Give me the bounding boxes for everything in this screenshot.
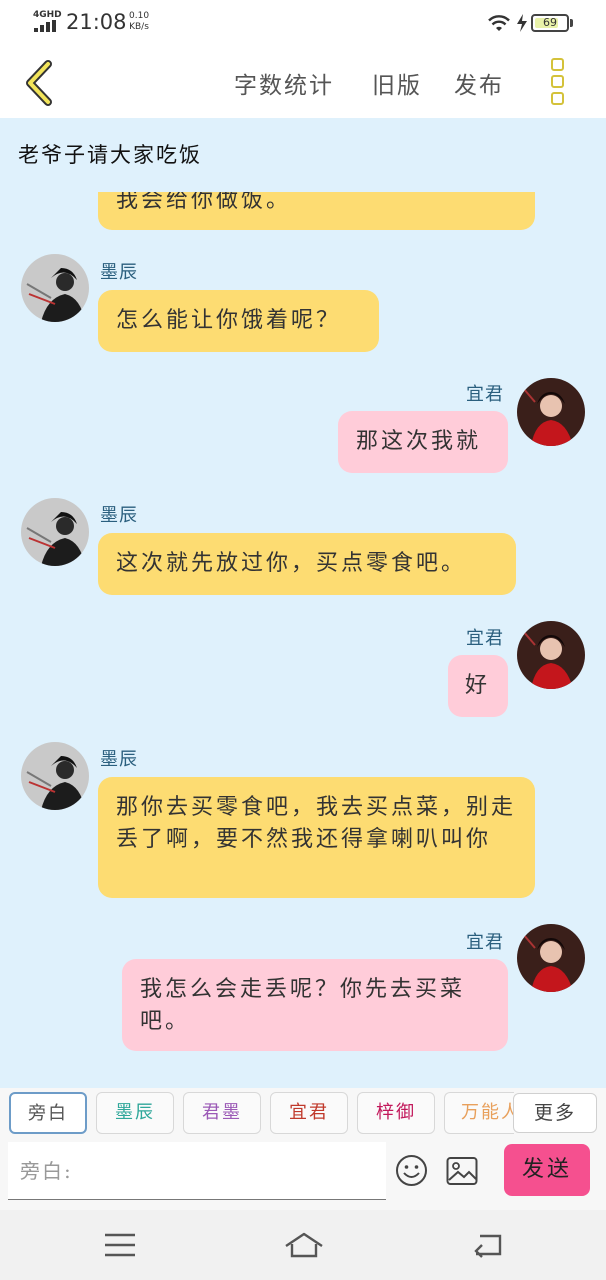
role-chip-ziyu[interactable]: 梓御 [357, 1092, 435, 1134]
publish-button[interactable]: 发布 [454, 66, 504, 100]
battery-tip [570, 19, 573, 27]
chevron-left-icon[interactable] [18, 58, 62, 108]
speaker-name: 墨辰 [100, 749, 138, 770]
more-vertical-icon[interactable] [546, 58, 568, 108]
avatar-mochen[interactable] [21, 742, 89, 810]
send-button[interactable]: 发送 [504, 1144, 590, 1196]
speaker-name: 墨辰 [100, 505, 138, 526]
role-chip-narrator[interactable]: 旁白 [9, 1092, 87, 1134]
role-chip-mochen[interactable]: 墨辰 [96, 1092, 174, 1134]
avatar-yijun[interactable] [517, 378, 585, 446]
speaker-name: 宜君 [466, 384, 504, 405]
role-chip-yijun[interactable]: 宜君 [270, 1092, 348, 1134]
old-version-button[interactable]: 旧版 [372, 66, 422, 100]
role-chip-junmo[interactable]: 君墨 [183, 1092, 261, 1134]
speaker-name: 宜君 [466, 932, 504, 953]
status-bar: 4GHD 21:08 0.10 KB/s 69 [0, 0, 606, 46]
battery-level: 69 [543, 16, 557, 29]
network-speed-unit: KB/s [129, 22, 149, 32]
message-bubble[interactable]: 我怎么会走丢呢？你先去买菜吧。 [122, 959, 508, 1051]
emoji-icon[interactable] [395, 1154, 428, 1187]
wifi-icon [488, 15, 510, 31]
speaker-name: 宜君 [466, 628, 504, 649]
word-count-button[interactable]: 字数统计 [234, 66, 334, 100]
avatar-yijun[interactable] [517, 924, 585, 992]
speaker-name: 墨辰 [100, 262, 138, 283]
message-bubble[interactable]: 怎么能让你饿着呢？ [98, 290, 379, 352]
system-nav-bar [0, 1210, 606, 1280]
back-icon[interactable] [468, 1230, 508, 1260]
role-chip-wanneng[interactable]: 万能人 [444, 1092, 514, 1134]
charging-icon [517, 14, 527, 32]
composer-toolbar: 旁白 墨辰 君墨 宜君 梓御 万能人 更多 发送 [0, 1088, 606, 1210]
message-input[interactable] [8, 1142, 386, 1200]
menu-icon[interactable] [100, 1230, 140, 1260]
chat-title-bar: 老爷子请大家吃饭 [0, 118, 606, 192]
avatar-mochen[interactable] [21, 498, 89, 566]
chat-title: 老爷子请大家吃饭 [18, 143, 202, 167]
more-roles-button[interactable]: 更多 [513, 1093, 597, 1133]
message-bubble[interactable]: 好 [448, 655, 508, 717]
app-header: 字数统计 旧版 发布 [0, 46, 606, 118]
battery-icon: 69 [531, 14, 569, 32]
avatar-yijun[interactable] [517, 621, 585, 689]
image-icon[interactable] [446, 1156, 478, 1186]
network-speed: 0.10 KB/s [129, 11, 149, 33]
message-bubble[interactable]: 这次就先放过你，买点零食吧。 [98, 533, 516, 595]
network-type: 4GHD [33, 10, 62, 20]
home-icon[interactable] [284, 1230, 324, 1260]
message-bubble[interactable]: 那你去买零食吧，我去买点菜，别走丢了啊，要不然我还得拿喇叭叫你 [98, 777, 535, 898]
clock: 21:08 [66, 10, 127, 34]
avatar-mochen[interactable] [21, 254, 89, 322]
message-bubble[interactable]: 那这次我就 [338, 411, 508, 473]
chat-area[interactable]: 老爷子请大家吃饭 我会给你做饭。 墨辰 怎么能让你饿着呢？ 宜君 那这次我就 墨… [0, 118, 606, 1088]
network-speed-value: 0.10 [129, 11, 150, 21]
signal-icon [34, 20, 58, 32]
